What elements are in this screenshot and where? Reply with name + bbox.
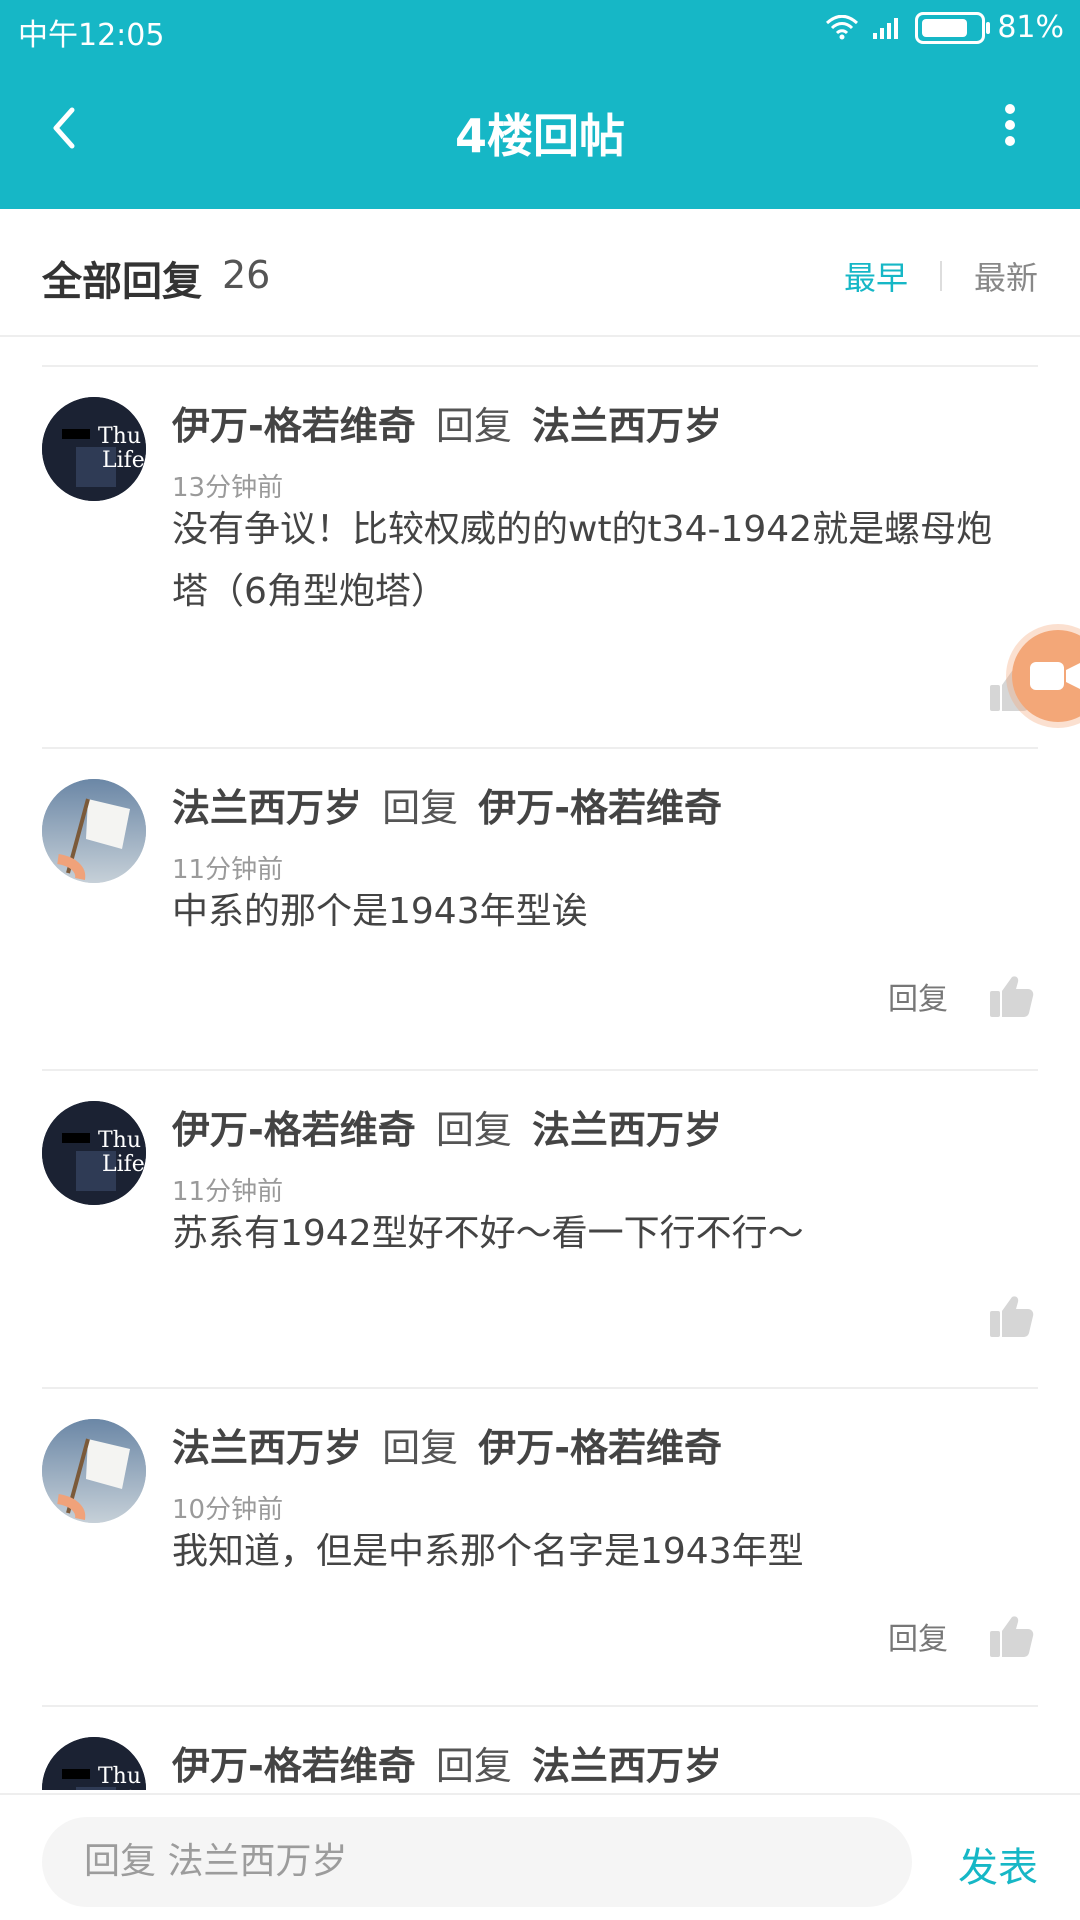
svg-text:Thu: Thu: [98, 1764, 141, 1789]
comment-content: 中系的那个是1943年型诶: [172, 891, 588, 932]
battery-cap: [986, 21, 991, 34]
wifi-icon: [825, 14, 859, 41]
comment-header: 法兰西万岁 回复 伊万-格若维奇: [172, 1417, 722, 1472]
reply-target[interactable]: 法兰西万岁: [532, 404, 722, 448]
comment-author[interactable]: 法兰西万岁: [172, 1426, 362, 1470]
navigation-bar: 4楼回帖: [0, 60, 1080, 209]
status-icons: 81%: [825, 10, 1064, 45]
send-button[interactable]: 发表: [958, 1835, 1038, 1893]
app: 中午12:05 81% 4楼回帖 全部回复 26 最早 最新 Thu Life …: [0, 0, 1080, 1920]
comment-header: 伊万-格若维奇 回复 法兰西万岁: [172, 1099, 722, 1154]
video-camera-icon: [1030, 662, 1080, 690]
thumbs-up-icon[interactable]: [988, 1293, 1034, 1339]
reply-word: 回复: [435, 1108, 512, 1152]
reply-target[interactable]: 伊万-格若维奇: [478, 786, 722, 830]
comment-author[interactable]: 法兰西万岁: [172, 786, 362, 830]
more-dot: [1005, 120, 1015, 130]
comment-content: 我知道，但是中系那个名字是1943年型: [172, 1531, 804, 1572]
reply-word: 回复: [435, 1744, 512, 1788]
comment-header: 伊万-格若维奇 回复 法兰西万岁: [172, 395, 722, 450]
tab-separator: [939, 261, 942, 291]
tab-earliest[interactable]: 最早: [844, 253, 908, 299]
comment-author[interactable]: 伊万-格若维奇: [172, 1744, 416, 1788]
signal-icon: [871, 15, 903, 41]
reply-word: 回复: [382, 1426, 459, 1470]
svg-text:Life: Life: [102, 1788, 145, 1790]
reply-input[interactable]: 回复 法兰西万岁: [42, 1817, 912, 1907]
divider: [42, 365, 1038, 367]
reply-button[interactable]: 回复: [888, 974, 948, 1018]
thumbs-up-icon[interactable]: [988, 1613, 1034, 1659]
more-dot: [1005, 104, 1015, 114]
status-time: 中午12:05: [18, 18, 165, 53]
more-dot: [1005, 136, 1015, 146]
comment-author[interactable]: 伊万-格若维奇: [172, 1108, 416, 1152]
reply-word: 回复: [435, 404, 512, 448]
comment-actions: 回复: [888, 973, 1034, 1019]
divider: [42, 1387, 1038, 1389]
sort-tabs: 最早 最新: [844, 253, 1038, 299]
comment-list[interactable]: Thu Life 伊万-格若维奇 回复 法兰西万岁 13分钟前 没有争议！比较权…: [0, 335, 1080, 1790]
replies-header: 全部回复 26 最早 最新: [0, 209, 1080, 337]
replies-count: 26: [222, 253, 271, 297]
comment-content: 没有争议！比较权威的的wt的t34-1942就是螺母炮塔（6角型炮塔）: [172, 509, 993, 612]
comment-header: 伊万-格若维奇 回复 法兰西万岁: [172, 1735, 722, 1790]
divider: [42, 1069, 1038, 1071]
more-vertical-icon[interactable]: [1000, 98, 1020, 158]
reply-target[interactable]: 法兰西万岁: [532, 1108, 722, 1152]
battery-icon: [915, 11, 991, 44]
top-bar: 中午12:05 81% 4楼回帖: [0, 0, 1080, 209]
reply-target[interactable]: 伊万-格若维奇: [478, 1426, 722, 1470]
svg-text:Thu: Thu: [98, 1128, 141, 1153]
comment-header: 法兰西万岁 回复 伊万-格若维奇: [172, 777, 722, 832]
thug-life-avatar[interactable]: Thu Life: [42, 1737, 146, 1790]
comment-actions: [988, 1293, 1034, 1339]
reply-target[interactable]: 法兰西万岁: [532, 1744, 722, 1788]
svg-text:Life: Life: [102, 448, 145, 473]
svg-text:Thu: Thu: [98, 424, 141, 449]
thumbs-up-icon[interactable]: [988, 973, 1034, 1019]
svg-text:Life: Life: [102, 1152, 145, 1177]
battery-text: 81%: [997, 10, 1064, 45]
tab-newest[interactable]: 最新: [974, 253, 1038, 299]
comment-content: 苏系有1942型好不好～看一下行不行～: [172, 1213, 804, 1254]
comment-author[interactable]: 伊万-格若维奇: [172, 404, 416, 448]
divider: [42, 747, 1038, 749]
battery-fill: [922, 18, 968, 37]
reply-button[interactable]: 回复: [888, 1614, 948, 1658]
status-bar: 中午12:05 81%: [0, 0, 1080, 60]
comment-actions: 回复: [888, 1613, 1034, 1659]
thug-life-avatar[interactable]: Thu Life: [42, 1101, 146, 1205]
thug-life-avatar[interactable]: Thu Life: [42, 397, 146, 501]
bottom-reply-bar: 回复 法兰西万岁 发表: [0, 1793, 1080, 1920]
white-flag-avatar[interactable]: [42, 779, 146, 883]
reply-word: 回复: [382, 786, 459, 830]
divider: [42, 1705, 1038, 1707]
white-flag-avatar[interactable]: [42, 1419, 146, 1523]
page-title: 4楼回帖: [454, 109, 625, 163]
replies-title: 全部回复: [42, 259, 202, 305]
